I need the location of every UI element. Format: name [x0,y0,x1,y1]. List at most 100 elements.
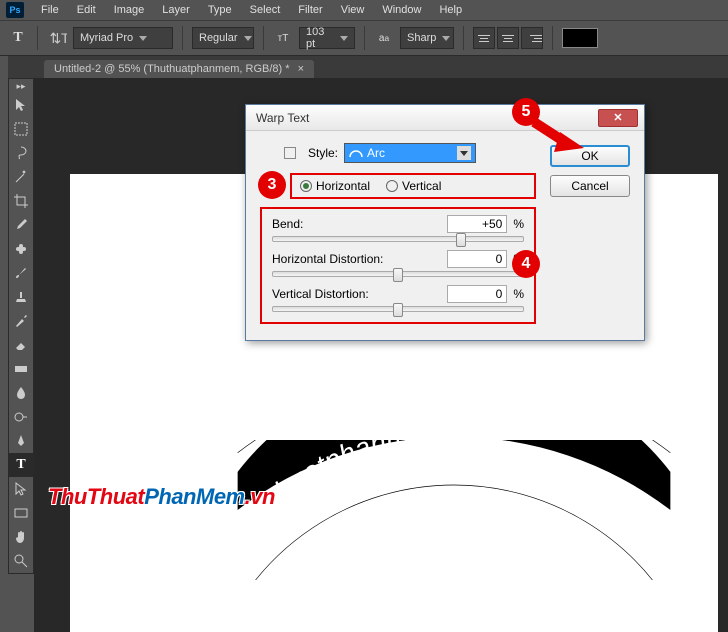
divider [463,26,464,50]
antialias-dropdown[interactable]: Sharp [400,27,454,49]
align-center-button[interactable] [497,27,519,49]
percent-label: % [513,287,524,301]
vdist-input[interactable] [447,285,507,303]
slider-thumb[interactable] [393,268,403,282]
horizontal-radio[interactable]: Horizontal [300,179,370,193]
text-color-swatch[interactable] [562,28,598,48]
distortion-sliders: Bend: % Horizontal Distortion: % [260,207,536,324]
cancel-button[interactable]: Cancel [550,175,630,197]
divider [552,26,553,50]
dropdown-arrow-icon [457,146,471,160]
hdist-input[interactable] [447,250,507,268]
align-right-button[interactable] [521,27,543,49]
panel-strip [0,56,8,632]
style-value: Arc [367,146,385,160]
menu-edit[interactable]: Edit [68,2,105,18]
style-checkbox[interactable] [284,147,296,159]
menu-layer[interactable]: Layer [153,2,199,18]
style-dropdown[interactable]: Arc [344,143,476,163]
document-tab[interactable]: Untitled-2 @ 55% (Thuthuatphanmem, RGB/8… [44,60,314,78]
style-label: Style: [308,146,338,160]
eraser-tool[interactable] [9,333,33,357]
warped-text[interactable]: Thuthuatphanmem [134,440,728,580]
marquee-tool[interactable] [9,117,33,141]
menu-select[interactable]: Select [241,2,290,18]
font-family-value: Myriad Pro [80,32,133,44]
annotation-5: 5 [512,98,540,126]
radio-icon [386,180,398,192]
font-weight-value: Regular [199,32,238,44]
document-tab-bar: Untitled-2 @ 55% (Thuthuatphanmem, RGB/8… [0,56,728,78]
svg-text:⇅T: ⇅T [50,31,68,46]
vertical-label: Vertical [402,179,441,193]
close-tab-icon[interactable]: × [298,63,304,75]
menu-type[interactable]: Type [199,2,241,18]
dropdown-arrow-icon [244,36,252,41]
antialias-value: Sharp [407,32,436,44]
vertical-radio[interactable]: Vertical [386,179,441,193]
dropdown-arrow-icon [442,36,450,41]
vdist-slider[interactable] [272,306,524,312]
type-tool-preset-icon[interactable]: T [8,28,28,48]
menu-bar: Ps File Edit Image Layer Type Select Fil… [0,0,728,20]
history-brush-tool[interactable] [9,309,33,333]
menu-view[interactable]: View [332,2,374,18]
align-left-button[interactable] [473,27,495,49]
slider-thumb[interactable] [393,303,403,317]
zoom-tool[interactable] [9,549,33,573]
menu-help[interactable]: Help [430,2,471,18]
bend-label: Bend: [272,217,447,231]
eyedropper-tool[interactable] [9,213,33,237]
dropdown-arrow-icon [139,36,147,41]
path-selection-tool[interactable] [9,477,33,501]
move-tool[interactable] [9,93,33,117]
hand-tool[interactable] [9,525,33,549]
menu-window[interactable]: Window [373,2,430,18]
text-orientation-icon[interactable]: ⇅T [47,28,67,48]
slider-thumb[interactable] [456,233,466,247]
font-size-value: 103 pt [306,26,334,50]
antialias-icon: aa [374,28,394,48]
pen-tool[interactable] [9,429,33,453]
clone-stamp-tool[interactable] [9,285,33,309]
menu-file[interactable]: File [32,2,68,18]
collapse-icon[interactable]: ▸▸ [9,79,33,93]
font-family-dropdown[interactable]: Myriad Pro [73,27,173,49]
healing-brush-tool[interactable] [9,237,33,261]
font-size-icon: тT [273,28,293,48]
options-bar: T ⇅T Myriad Pro Regular тT 103 pt aa Sha… [0,20,728,56]
hdist-slider[interactable] [272,271,524,277]
percent-label: % [513,217,524,231]
dropdown-arrow-icon [340,36,348,41]
annotation-arrow [528,118,588,158]
crop-tool[interactable] [9,189,33,213]
font-size-dropdown[interactable]: 103 pt [299,27,355,49]
dodge-tool[interactable] [9,405,33,429]
bend-input[interactable] [447,215,507,233]
bend-slider[interactable] [272,236,524,242]
document-tab-title: Untitled-2 @ 55% (Thuthuatphanmem, RGB/8… [54,63,290,75]
rectangle-tool[interactable] [9,501,33,525]
type-tool[interactable]: T [9,453,33,477]
vdist-label: Vertical Distortion: [272,287,447,301]
radio-icon [300,180,312,192]
gradient-tool[interactable] [9,357,33,381]
annotation-3: 3 [258,171,286,199]
annotation-4: 4 [512,250,540,278]
blur-tool[interactable] [9,381,33,405]
toolbox: ▸▸ T [8,78,34,574]
divider [182,26,183,50]
brush-tool[interactable] [9,261,33,285]
divider [364,26,365,50]
font-weight-dropdown[interactable]: Regular [192,27,254,49]
watermark-part3: .vn [245,484,275,509]
lasso-tool[interactable] [9,141,33,165]
watermark: ThuThuatPhanMem.vn [48,484,275,510]
horizontal-label: Horizontal [316,179,370,193]
menu-image[interactable]: Image [105,2,154,18]
hdist-label: Horizontal Distortion: [272,252,447,266]
close-button[interactable]: ✕ [598,109,638,127]
text-align-group [473,27,543,49]
menu-filter[interactable]: Filter [289,2,331,18]
magic-wand-tool[interactable] [9,165,33,189]
